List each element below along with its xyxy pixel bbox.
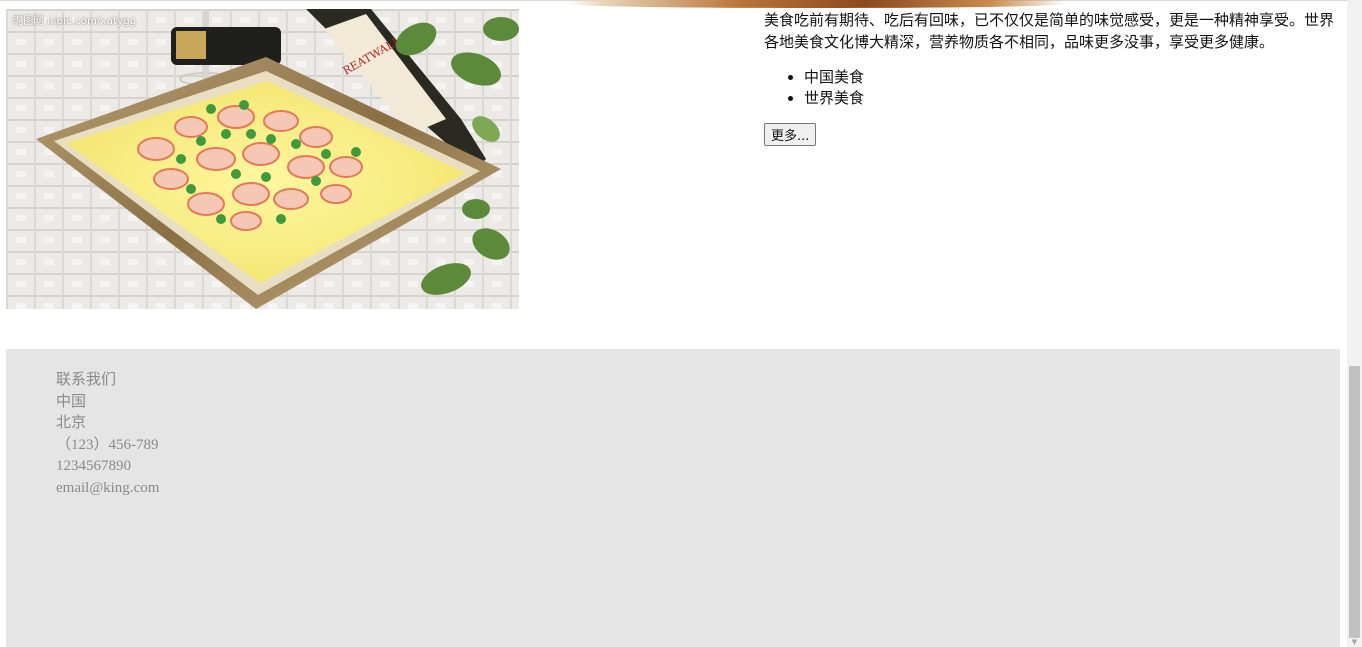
list-item-chinese-food: 中国美食 [804,67,1344,88]
food-image-illustration: REATWALL [6,9,519,309]
intro-paragraph: 美食吃前有期待、吃后有回味，已不仅仅是简单的味觉感受，更是一种精神享受。世界各地… [764,11,1335,51]
contact-email: email@king.com [56,479,160,496]
scroll-down-arrow-icon[interactable]: ▼ [1347,638,1362,647]
contact-city: 北京 [56,415,87,431]
more-button[interactable]: 更多... [764,123,817,146]
contact-country: 中国 [56,393,87,410]
contact-info: 联系我们 中国 北京 （123）456-789 1234567890 email… [56,370,159,499]
list-item-world-food: 世界美食 [804,88,1344,109]
image-watermark: 昵图网 nipic.com/xatygg [13,16,137,27]
scrollbar-thumb[interactable] [1349,366,1360,638]
contact-mobile: 1234567890 [56,458,131,474]
intro-section: 美食吃前有期待、吃后有回味，已不仅仅是简单的味觉感受，更是一种精神享受。世界各地… [764,9,1344,146]
contact-phone: （123）456-789 [56,436,159,453]
shrimp-dish-photo: REATWALL 昵图网 nipic.com/xatygg [6,9,519,309]
vertical-scrollbar[interactable]: ▼ [1347,0,1362,647]
contact-heading: 联系我们 [56,372,117,388]
page: REATWALL 昵图网 nipic.com/xatygg 美食吃前有期待、吃后… [0,0,1362,647]
previous-image-edge [566,0,1066,8]
footer: 联系我们 中国 北京 （123）456-789 1234567890 email… [6,349,1340,647]
food-category-list: 中国美食 世界美食 [764,67,1344,109]
